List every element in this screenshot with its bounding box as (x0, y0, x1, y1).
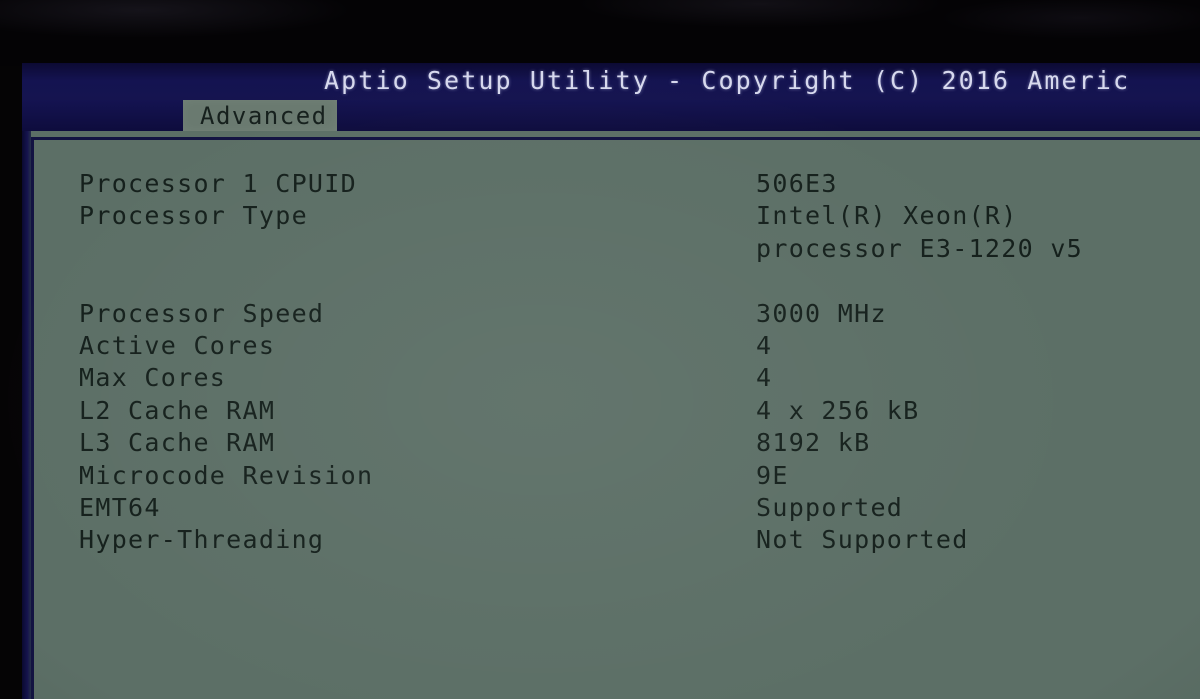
info-row-value: 4 x 256 kB (756, 395, 920, 425)
tab-advanced[interactable]: Advanced (183, 100, 337, 131)
info-row-label: L3 Cache RAM (79, 428, 276, 458)
info-row: Hyper-Threading Not Supported (79, 524, 1179, 556)
tab-strip: Advanced (22, 100, 1200, 131)
info-row-value: processor E3-1220 v5 (756, 233, 1084, 263)
title-bar: Aptio Setup Utility - Copyright (C) 2016… (22, 63, 1200, 100)
info-row-value: 8192 kB (756, 428, 871, 458)
page-title: Aptio Setup Utility - Copyright (C) 2016… (324, 66, 1131, 95)
info-row: Processor 1 CPUID 506E3 (79, 168, 1179, 200)
info-row-value: 3000 MHz (756, 298, 887, 328)
processor-info-list: Processor 1 CPUID 506E3 Processor Type Inte… (79, 168, 1179, 557)
info-row: L3 Cache RAM 8192 kB (79, 427, 1179, 459)
settings-panel-frame: Processor 1 CPUID 506E3 Processor Type Inte… (31, 137, 1200, 699)
info-row-label: Processor Type (79, 201, 308, 231)
info-row-spacer (79, 265, 1179, 297)
info-row-label: Hyper-Threading (79, 525, 325, 555)
info-row-label: EMT64 (79, 492, 161, 522)
info-row: Max Cores 4 (79, 362, 1179, 394)
info-row-label: L2 Cache RAM (79, 395, 276, 425)
content-area: Processor 1 CPUID 506E3 Processor Type Inte… (22, 131, 1200, 699)
monitor-bezel: Aptio Setup Utility - Copyright (C) 2016… (0, 0, 1200, 699)
tab-advanced-label: Advanced (200, 102, 328, 130)
info-row: Microcode Revision 9E (79, 460, 1179, 492)
info-row: Processor Type Intel(R) Xeon(R) (79, 200, 1179, 232)
info-row-label: Max Cores (79, 363, 227, 393)
bezel-reflection (0, 0, 1200, 66)
info-row-value: 4 (756, 363, 773, 393)
info-row-label: Processor Speed (79, 298, 325, 328)
left-rail (22, 131, 31, 699)
info-row: Processor Speed 3000 MHz (79, 298, 1179, 330)
info-row: EMT64 Supported (79, 492, 1179, 524)
bios-screen: Aptio Setup Utility - Copyright (C) 2016… (22, 63, 1200, 699)
info-row: L2 Cache RAM 4 x 256 kB (79, 395, 1179, 427)
info-row-value: Not Supported (756, 525, 969, 555)
info-row-value: 4 (756, 330, 773, 360)
info-row-value: Supported (756, 492, 904, 522)
info-row: Active Cores 4 (79, 330, 1179, 362)
info-row-label: Microcode Revision (79, 460, 374, 490)
info-row-value: 506E3 (756, 169, 838, 198)
info-row-value: 9E (756, 460, 789, 490)
info-row-label: Processor 1 CPUID (79, 169, 357, 198)
info-row-value: Intel(R) Xeon(R) (756, 201, 1018, 231)
info-row: processor E3-1220 v5 (79, 233, 1179, 265)
info-row-label: Active Cores (79, 330, 276, 360)
